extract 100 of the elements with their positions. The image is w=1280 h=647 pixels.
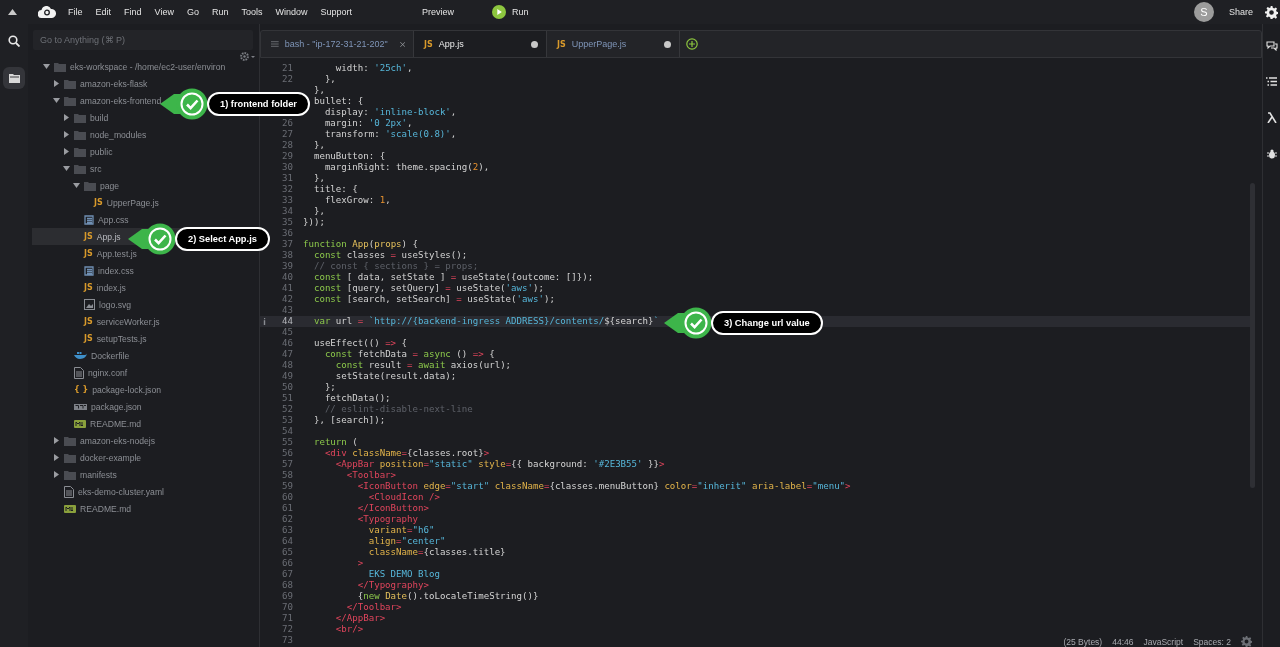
js-file-icon: JS: [557, 39, 566, 49]
step-tooltip: 3) Change url value: [711, 311, 823, 335]
code-line: title: {: [312, 184, 358, 195]
code-line: const [query, setQuery] = useState('aws');: [312, 283, 544, 294]
code-line: </Toolbar>: [345, 602, 402, 613]
code-line: EKS DEMO Blog: [367, 569, 440, 580]
line-number: 59: [282, 481, 293, 491]
code-line: },: [312, 85, 325, 96]
code-line: <Typography: [356, 514, 418, 525]
line-number: 28: [282, 140, 293, 150]
js-file-icon: JS: [84, 317, 93, 326]
line-number: 38: [282, 250, 293, 260]
code-line: const [ data, setState ] = useState({outcome: []});: [312, 272, 594, 283]
js-file-icon: JS: [84, 232, 93, 241]
code-line: align="center": [367, 536, 446, 547]
step-tooltip: 2) Select App.js: [175, 227, 270, 251]
code-line: };: [323, 382, 336, 393]
js-file-icon: JS: [84, 334, 93, 343]
code-line: className={classes.title}: [367, 547, 506, 558]
code-line: },: [312, 140, 325, 151]
line-number: 36: [282, 228, 293, 238]
code-line: <AppBar position="static" style={{ background: '#2E3B55' }}>: [334, 459, 665, 470]
json-file-icon: { }: [74, 385, 89, 394]
code-line: flexGrow: 1,: [323, 195, 391, 206]
line-number: 47: [282, 349, 293, 359]
code-line: return (: [312, 437, 358, 448]
line-number: 57: [282, 459, 293, 469]
line-number: 55: [282, 437, 293, 447]
code-line: const classes = useStyles();: [312, 250, 468, 261]
line-number: 63: [282, 525, 293, 535]
line-number: 50: [282, 382, 293, 392]
code-line: const result = await axios(url);: [334, 360, 512, 371]
line-number: 49: [282, 371, 293, 381]
line-number: 45: [282, 327, 293, 337]
code-line: var url = `http://{backend-ingress ADDRESS}/contents/${search}`: [312, 316, 659, 327]
line-number: 51: [282, 393, 293, 403]
line-number: 69: [282, 591, 293, 601]
line-number: 71: [282, 613, 293, 623]
code-line: margin: '0 2px',: [323, 118, 413, 129]
code-line: bullet: {: [312, 96, 364, 107]
line-number: 73: [282, 635, 293, 645]
code-line: const fetchData = async () => {: [323, 349, 495, 360]
line-number: 40: [282, 272, 293, 282]
line-number: 70: [282, 602, 293, 612]
code-line: menuButton: {: [312, 151, 386, 162]
line-number: 33: [282, 195, 293, 205]
code-line: </AppBar>: [334, 613, 386, 624]
line-number: 31: [282, 173, 293, 183]
line-number: 62: [282, 514, 293, 524]
code-line: },: [323, 74, 336, 85]
code-line: useEffect(() => {: [312, 338, 408, 349]
code-line: <CloudIcon />: [367, 492, 440, 503]
code-line: // eslint-disable-next-line: [323, 404, 473, 415]
code-line: <IconButton edge="start" className={classes.menuButton} color="inherit" aria-label="menu">: [356, 481, 851, 492]
line-number: 37: [282, 239, 293, 249]
code-line: <Toolbar>: [345, 470, 397, 481]
line-number: 32: [282, 184, 293, 194]
code-line: {new Date().toLocaleTimeString()}: [356, 591, 539, 602]
line-number: 39: [282, 261, 293, 271]
line-number: 48: [282, 360, 293, 370]
line-number: 56: [282, 448, 293, 458]
line-number: 46: [282, 338, 293, 348]
code-line: </IconButton>: [356, 503, 429, 514]
code-line: const [search, setSearch] = useState('aws');: [312, 294, 555, 305]
code-line: }, [search]);: [312, 415, 386, 426]
line-number: 67: [282, 569, 293, 579]
line-number: 27: [282, 129, 293, 139]
code-line: },: [312, 173, 325, 184]
line-number: 58: [282, 470, 293, 480]
code-line: // const { sections } = props;: [312, 261, 479, 272]
line-number: 21: [282, 63, 293, 73]
code-line: transform: 'scale(0.8)',: [323, 129, 457, 140]
line-number: 26: [282, 118, 293, 128]
code-line: </Typography>: [356, 580, 429, 591]
line-number: 72: [282, 624, 293, 634]
line-number: 60: [282, 492, 293, 502]
js-file-icon: JS: [84, 283, 93, 292]
line-number: 64: [282, 536, 293, 546]
code-line: marginRight: theme.spacing(2),: [323, 162, 490, 173]
line-number: 68: [282, 580, 293, 590]
code-line: },: [312, 206, 325, 217]
line-number: 34: [282, 206, 293, 216]
js-file-icon: JS: [84, 249, 93, 258]
line-number: 66: [282, 558, 293, 568]
step-tooltip: 1) frontend folder: [207, 92, 310, 116]
line-number: 35: [282, 217, 293, 227]
line-number: 29: [282, 151, 293, 161]
code-line: function App(props) {: [303, 239, 418, 250]
file-size: (25 Bytes): [1063, 636, 1103, 647]
line-number: 52: [282, 404, 293, 414]
line-number: 30: [282, 162, 293, 172]
line-number: 22: [282, 74, 293, 84]
code-line: fetchData();: [323, 393, 391, 404]
code-line: variant="h6": [367, 525, 435, 536]
line-number: 43: [282, 305, 293, 315]
line-number: 54: [282, 426, 293, 436]
code-line: display: 'inline-block',: [323, 107, 457, 118]
line-number: 44: [282, 316, 293, 326]
code-line: <div className={classes.root}>: [323, 448, 490, 459]
line-number: 42: [282, 294, 293, 304]
